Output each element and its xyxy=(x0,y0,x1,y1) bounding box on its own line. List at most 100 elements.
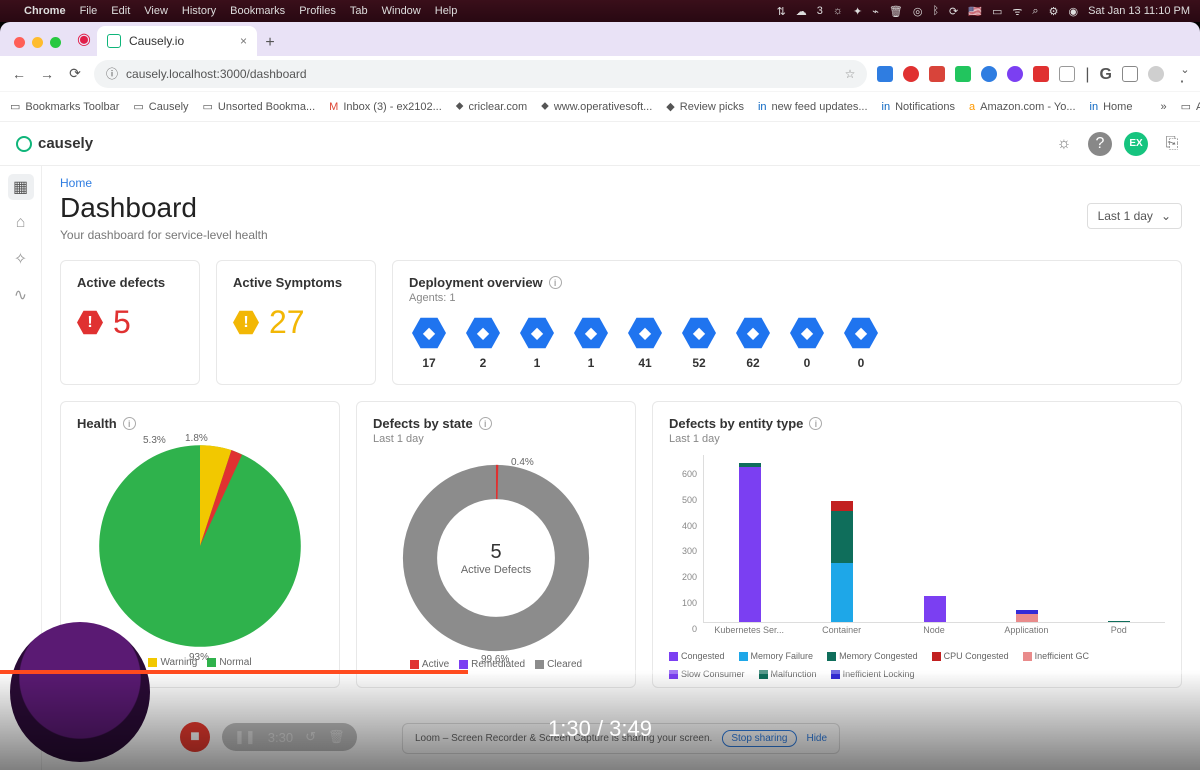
wifi-icon[interactable]: ᯤ xyxy=(1012,4,1022,19)
mac-app-name[interactable]: Chrome xyxy=(24,5,66,17)
sidebar-item-activity[interactable]: ∿ xyxy=(8,282,34,308)
bookmark-item[interactable]: ▭ Bookmarks Toolbar xyxy=(10,100,119,113)
sidebar-item-dashboard[interactable]: ▦ xyxy=(8,174,34,200)
google-account-icon[interactable]: G xyxy=(1100,66,1112,82)
info-icon[interactable]: i xyxy=(479,417,492,430)
deployment-icon: ◆ xyxy=(574,316,608,350)
mac-menu-history[interactable]: History xyxy=(182,5,216,17)
new-tab-button[interactable]: + xyxy=(257,30,283,56)
deployment-icon: ◆ xyxy=(628,316,662,350)
ext-icon[interactable] xyxy=(1122,66,1138,82)
status-icon[interactable]: ☼ xyxy=(833,5,843,17)
ext-icon[interactable] xyxy=(1007,66,1023,82)
bookmark-item[interactable]: ▭ Causely xyxy=(133,100,188,113)
mac-menu-help[interactable]: Help xyxy=(435,5,458,17)
info-icon[interactable]: i xyxy=(809,417,822,430)
deployment-count: 0 xyxy=(804,356,811,370)
siri-icon[interactable]: ◉ xyxy=(1068,5,1078,18)
theme-toggle-icon[interactable]: ☼ xyxy=(1052,132,1076,156)
mac-menu-file[interactable]: File xyxy=(80,5,98,17)
ext-icon[interactable] xyxy=(929,66,945,82)
battery-icon[interactable]: ▭ xyxy=(992,5,1002,18)
camera-icon[interactable]: ◎ xyxy=(913,5,923,18)
pie-label: 93% xyxy=(189,652,209,663)
mac-clock[interactable]: Sat Jan 13 11:10 PM xyxy=(1088,5,1190,17)
brand-name: causely xyxy=(38,135,93,152)
info-icon[interactable]: i xyxy=(123,417,136,430)
record-indicator-icon[interactable]: ◉ xyxy=(71,26,97,52)
status-icon-2[interactable]: ✦ xyxy=(853,5,862,18)
ext-icon[interactable] xyxy=(1033,66,1049,82)
deployment-item[interactable]: ◆2 xyxy=(463,316,503,370)
bar-segment xyxy=(831,501,853,511)
app-logo[interactable]: causely xyxy=(16,135,93,152)
deployment-icon: ◆ xyxy=(844,316,878,350)
kpi-active-symptoms[interactable]: Active Symptoms ! 27 xyxy=(216,260,376,385)
mac-menu-profiles[interactable]: Profiles xyxy=(299,5,336,17)
wechat-icon[interactable]: ☁ xyxy=(796,5,807,18)
reload-button[interactable]: ⟳ xyxy=(66,65,84,82)
kpi-active-defects[interactable]: Active defects ! 5 xyxy=(60,260,200,385)
deployment-item[interactable]: ◆0 xyxy=(841,316,881,370)
bookmark-item[interactable]: a Amazon.com - Yo... xyxy=(969,101,1076,113)
breadcrumb[interactable]: Home xyxy=(60,176,1182,190)
info-icon[interactable]: i xyxy=(549,276,562,289)
bookmark-star-icon[interactable]: ☆ xyxy=(845,67,856,81)
user-badge[interactable]: EX xyxy=(1124,132,1148,156)
time-range-select[interactable]: Last 1 day ⌄ xyxy=(1087,203,1182,229)
mac-menu-tab[interactable]: Tab xyxy=(350,5,368,17)
ext-icon[interactable] xyxy=(877,66,893,82)
site-info-icon[interactable]: ⓘ xyxy=(106,65,118,82)
bookmark-item[interactable]: ⬥ criclear.com xyxy=(456,100,527,113)
video-progress[interactable] xyxy=(0,670,1200,674)
mac-menu-window[interactable]: Window xyxy=(382,5,421,17)
bookmark-item[interactable]: in Home xyxy=(1090,101,1133,113)
bar-segment xyxy=(831,563,853,622)
deployment-item[interactable]: ◆17 xyxy=(409,316,449,370)
search-icon[interactable]: ⌕ xyxy=(1032,5,1038,18)
forward-button[interactable]: → xyxy=(38,66,56,82)
logout-icon[interactable]: ⎘ xyxy=(1160,132,1184,156)
bookmarks-overflow-icon[interactable]: » xyxy=(1160,101,1166,113)
ext-overflow-icon[interactable] xyxy=(1059,66,1075,82)
bookmark-item[interactable]: ◆ Review picks xyxy=(666,100,744,113)
bookmark-item[interactable]: in Notifications xyxy=(882,101,955,113)
back-button[interactable]: ← xyxy=(10,66,28,82)
deployment-item[interactable]: ◆1 xyxy=(571,316,611,370)
ext-icon[interactable] xyxy=(955,66,971,82)
status-icon-3[interactable]: ⌁ xyxy=(872,5,879,18)
profile-avatar-icon[interactable] xyxy=(1148,66,1164,82)
ext-icon[interactable] xyxy=(903,66,919,82)
control-center-icon[interactable]: ⚙ xyxy=(1049,5,1059,18)
deployment-item[interactable]: ◆62 xyxy=(733,316,773,370)
tab-close-icon[interactable]: × xyxy=(240,34,247,48)
mac-menu-view[interactable]: View xyxy=(144,5,168,17)
donut-center-label: Active Defects xyxy=(461,564,531,576)
ext-icon[interactable] xyxy=(981,66,997,82)
window-controls[interactable] xyxy=(14,37,61,48)
trash-icon[interactable]: 🗑 xyxy=(889,5,903,18)
deployment-item[interactable]: ◆0 xyxy=(787,316,827,370)
sidebar-item-insights[interactable]: ✧ xyxy=(8,246,34,272)
deployment-item[interactable]: ◆41 xyxy=(625,316,665,370)
address-bar[interactable]: ⓘ causely.localhost:3000/dashboard ☆ xyxy=(94,60,867,88)
mac-menu-bookmarks[interactable]: Bookmarks xyxy=(230,5,285,17)
help-icon[interactable]: ? xyxy=(1088,132,1112,156)
deployment-item[interactable]: ◆1 xyxy=(517,316,557,370)
sync-icon[interactable]: ⟳ xyxy=(949,5,958,18)
sidebar-item-home[interactable]: ⌂ xyxy=(8,210,34,236)
bookmark-item[interactable]: M Inbox (3) - ex2102... xyxy=(329,101,442,113)
mac-menu-edit[interactable]: Edit xyxy=(111,5,130,17)
flag-icon[interactable]: 🇺🇸 xyxy=(968,5,982,18)
x-label: Kubernetes Ser... xyxy=(714,625,784,635)
all-bookmarks-button[interactable]: ▭ All Bookmarks xyxy=(1181,100,1200,113)
dropbox-icon[interactable]: ⇅ xyxy=(777,5,786,18)
bookmark-item[interactable]: in new feed updates... xyxy=(758,101,868,113)
tab-strip: ◉ Causely.io × + ⌄ xyxy=(0,22,1200,56)
bluetooth-icon[interactable]: ᛒ xyxy=(932,5,939,17)
bookmark-item[interactable]: ▭ Unsorted Bookma... xyxy=(203,100,316,113)
bookmark-item[interactable]: ⬥ www.operativesoft... xyxy=(541,100,652,113)
deployment-item[interactable]: ◆52 xyxy=(679,316,719,370)
tabs-dropdown-button[interactable]: ⌄ xyxy=(1176,60,1194,78)
browser-tab[interactable]: Causely.io × xyxy=(97,26,257,56)
